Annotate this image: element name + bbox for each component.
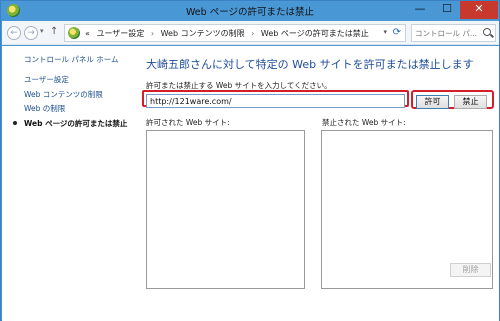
- content-area: コントロール パネル ホーム ユーザー設定 Web コンテンツの制限 Web の…: [2, 46, 499, 321]
- window: Web ページの許可または禁止 — ☐ ✕ ← → ▾ ↑ « ユーザー設定 ›…: [0, 0, 500, 321]
- breadcrumb-item-web-content-restriction[interactable]: Web コンテンツの制限: [161, 29, 245, 38]
- blocked-sites-label: 禁止された Web サイト:: [322, 118, 406, 127]
- breadcrumb-separator-icon[interactable]: ›: [251, 29, 254, 38]
- search-input[interactable]: [415, 27, 481, 39]
- current-page-bullet-icon: [13, 121, 17, 125]
- allow-button[interactable]: 許可: [416, 95, 449, 109]
- refresh-icon[interactable]: ⟳: [393, 27, 401, 38]
- page-title: 大崎五郎さんに対して特定の Web サイトを許可または禁止します: [146, 58, 474, 71]
- breadcrumb-separator-icon[interactable]: ›: [151, 29, 154, 38]
- breadcrumb-overflow[interactable]: «: [85, 29, 90, 38]
- block-button[interactable]: 禁止: [454, 95, 487, 109]
- main-panel: 大崎五郎さんに対して特定の Web サイトを許可または禁止します 許可または禁止…: [142, 46, 496, 321]
- sidebar-item-web-content-restriction[interactable]: Web コンテンツの制限: [24, 89, 103, 100]
- sidebar: コントロール パネル ホーム ユーザー設定 Web コンテンツの制限 Web の…: [2, 46, 134, 321]
- maximize-button[interactable]: ☐: [433, 1, 461, 19]
- up-arrow-icon[interactable]: ↑: [50, 26, 58, 37]
- url-input[interactable]: [146, 94, 405, 108]
- back-arrow-icon[interactable]: ←: [7, 26, 21, 40]
- sidebar-item-allow-block-web-pages: Web ページの許可または禁止: [24, 119, 128, 128]
- title-bar: Web ページの許可または禁止 — ☐ ✕: [1, 1, 499, 21]
- recent-locations-chevron-icon[interactable]: ▾: [40, 27, 44, 35]
- navigation-bar: ← → ▾ ↑ « ユーザー設定 › Web コンテンツの制限 › Web ペー…: [2, 21, 499, 45]
- search-icon[interactable]: [483, 28, 491, 36]
- address-dropdown-icon[interactable]: ▾: [383, 28, 387, 36]
- sidebar-link-control-panel-home[interactable]: コントロール パネル ホーム: [24, 54, 119, 65]
- allowed-sites-label: 許可された Web サイト:: [146, 118, 230, 127]
- control-panel-icon: [68, 27, 80, 39]
- address-bar[interactable]: « ユーザー設定 › Web コンテンツの制限 › Web ページの許可または禁…: [64, 24, 406, 42]
- close-button[interactable]: ✕: [460, 1, 498, 19]
- sidebar-item-user-settings[interactable]: ユーザー設定: [24, 74, 69, 85]
- allowed-sites-list[interactable]: [146, 130, 305, 289]
- sidebar-item-web-restriction[interactable]: Web の制限: [24, 103, 65, 114]
- breadcrumb: « ユーザー設定 › Web コンテンツの制限 › Web ページの許可または禁…: [85, 28, 373, 39]
- delete-button: 削除: [450, 263, 491, 277]
- breadcrumb-item-allow-block-web-pages[interactable]: Web ページの許可または禁止: [261, 29, 369, 38]
- forward-arrow-icon[interactable]: →: [24, 26, 38, 40]
- breadcrumb-item-user-settings[interactable]: ユーザー設定: [96, 29, 144, 38]
- minimize-button[interactable]: —: [406, 1, 434, 19]
- search-box[interactable]: [411, 24, 496, 42]
